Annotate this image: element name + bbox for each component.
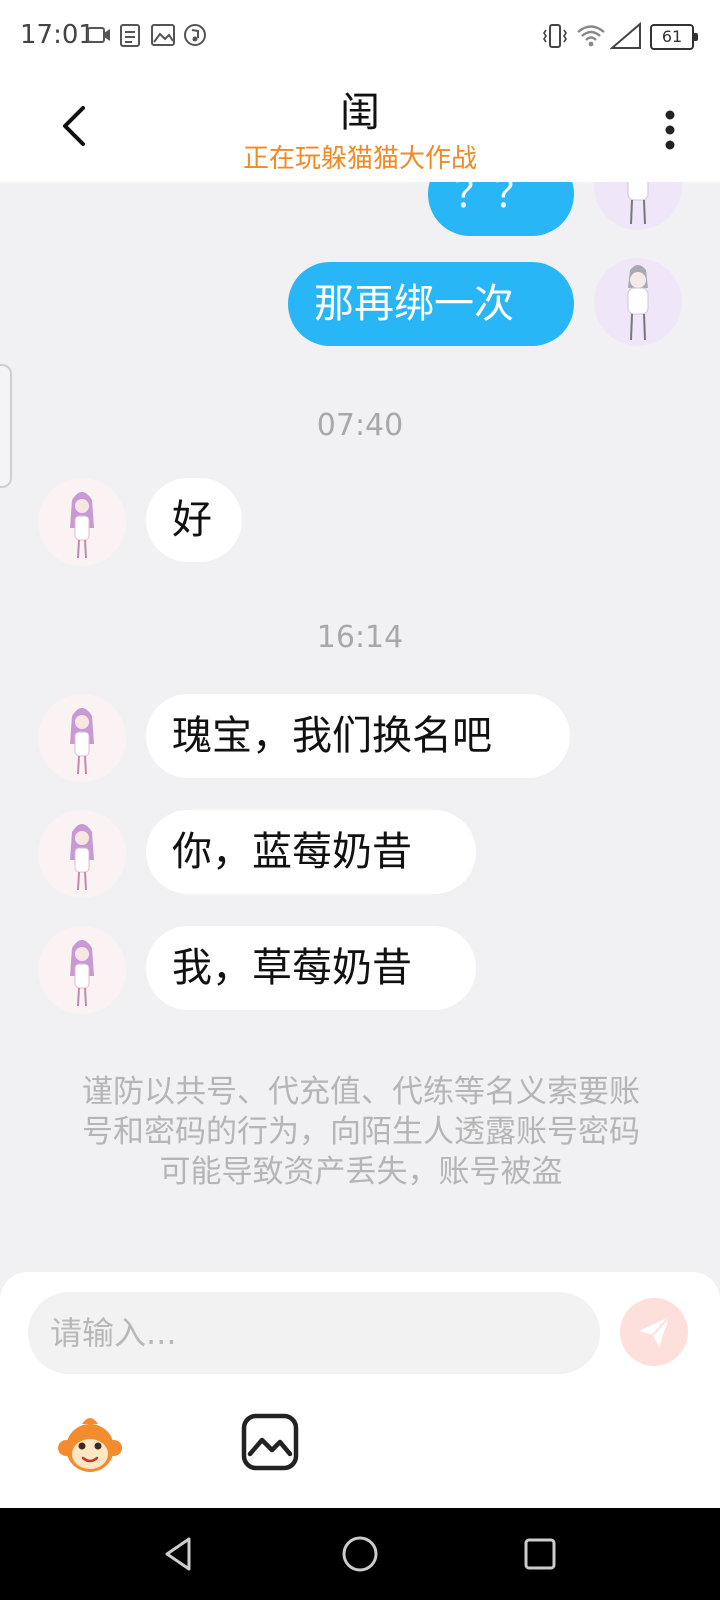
more-options-button[interactable]	[640, 100, 700, 160]
avatar-me[interactable]	[594, 182, 682, 230]
wifi-icon	[577, 25, 605, 47]
avatar-contact[interactable]	[38, 478, 126, 566]
avatar-contact[interactable]	[38, 810, 126, 898]
contact-status: 正在玩躲猫猫大作战	[242, 144, 477, 174]
vibrate-icon	[543, 24, 567, 48]
image-icon	[241, 1413, 299, 1471]
message-input[interactable]	[28, 1292, 600, 1374]
image-picker-button[interactable]	[240, 1412, 300, 1472]
emoji-button[interactable]	[56, 1412, 124, 1480]
notepad-icon	[120, 24, 140, 47]
send-button[interactable]	[620, 1298, 688, 1366]
girl-avatar-icon	[70, 824, 94, 891]
status-bar: 17:01 61	[0, 0, 720, 72]
girl-avatar-icon	[70, 492, 94, 559]
music-icon	[184, 24, 206, 46]
gallery-icon	[151, 24, 175, 46]
send-icon	[639, 1316, 670, 1347]
triangle-back-icon	[165, 1537, 191, 1571]
girl-avatar-icon	[70, 940, 94, 1007]
system-nav-bar	[0, 1508, 720, 1600]
avatar-me[interactable]	[594, 258, 682, 346]
message-timestamp: 16:14	[316, 620, 404, 655]
security-warning: 谨防以共号、代充值、代练等名义索要账号和密码的行为，向陌生人透露账号密码可能导致…	[82, 1074, 640, 1190]
avatar-contact[interactable]	[38, 694, 126, 782]
nav-recents-button[interactable]	[510, 1528, 570, 1580]
message-bubble-incoming[interactable]: 好	[146, 478, 242, 562]
message-bubble-incoming[interactable]: 瑰宝，我们换名吧	[146, 694, 570, 778]
square-recents-icon	[524, 1538, 556, 1570]
message-timestamp: 07:40	[316, 408, 404, 443]
battery-icon: 61	[650, 24, 698, 50]
more-vertical-icon	[665, 110, 675, 150]
avatar-contact[interactable]	[38, 926, 126, 1014]
message-bubble-outgoing[interactable]: ？？	[428, 182, 574, 236]
girl-avatar-icon	[70, 708, 94, 775]
girl-avatar-icon	[627, 182, 649, 225]
nav-home-button[interactable]	[330, 1528, 390, 1580]
message-input-wrapper[interactable]	[28, 1292, 600, 1374]
circle-home-icon	[342, 1536, 378, 1572]
girl-avatar-icon	[627, 265, 649, 341]
status-time: 17:01	[20, 20, 95, 50]
message-bubble-incoming[interactable]: 你，蓝莓奶昔	[146, 810, 476, 894]
nav-back-button[interactable]	[148, 1528, 208, 1580]
chat-header: 闺 正在玩躲猫猫大作战	[0, 72, 720, 182]
message-bubble-outgoing[interactable]: 那再绑一次	[288, 262, 574, 346]
video-icon	[87, 27, 110, 43]
input-panel	[0, 1272, 720, 1508]
monkey-emoji-icon	[58, 1418, 122, 1472]
signal-icon	[610, 22, 641, 49]
message-bubble-incoming[interactable]: 我，草莓奶昔	[146, 926, 476, 1010]
contact-name: 闺	[340, 90, 380, 136]
